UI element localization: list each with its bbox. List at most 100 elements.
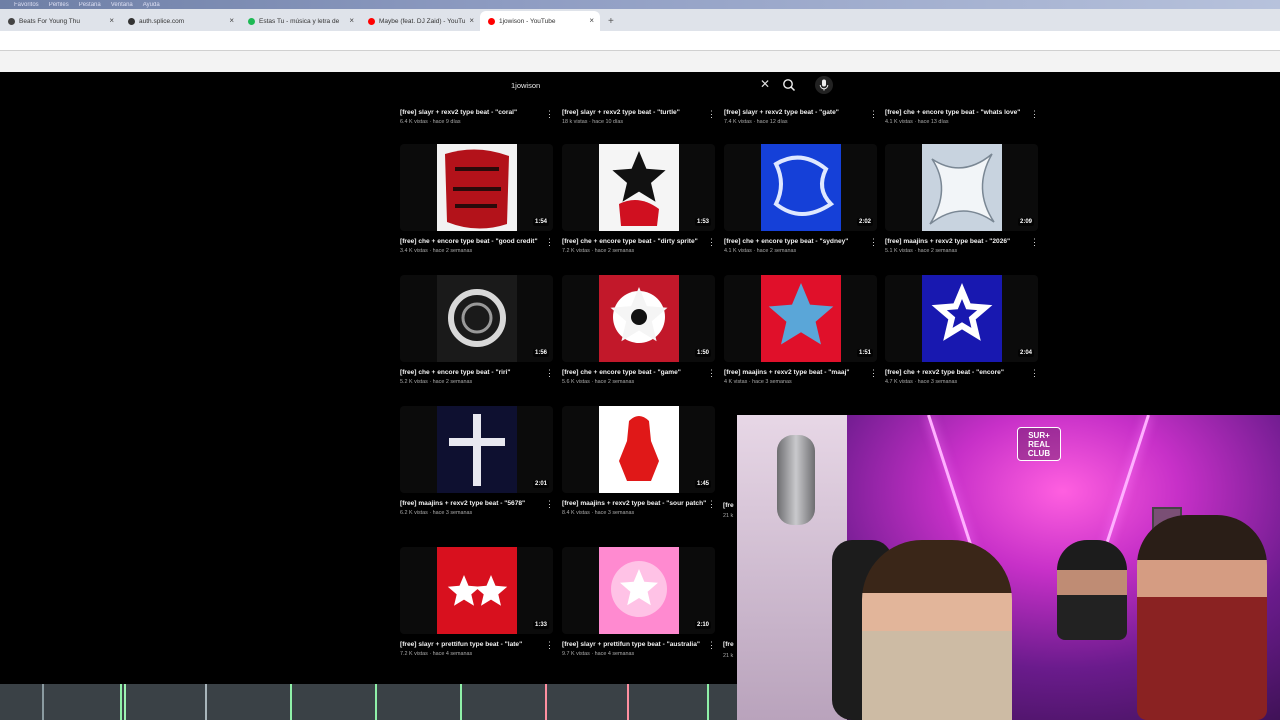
- audio-waveform-bar: [0, 684, 737, 720]
- video-thumbnail[interactable]: 1:56: [400, 275, 553, 362]
- more-options-icon[interactable]: ⋮: [545, 640, 554, 650]
- new-tab-button[interactable]: +: [600, 16, 622, 31]
- more-options-icon[interactable]: ⋮: [545, 368, 554, 378]
- video-card[interactable]: 2:10 [free] slayr + prettifun type beat -…: [562, 547, 716, 658]
- video-card[interactable]: [free] slayr + rexv2 type beat - "turtle…: [562, 103, 716, 126]
- search-box[interactable]: ✕: [505, 76, 833, 94]
- waveform-marker: [545, 684, 547, 720]
- video-thumbnail[interactable]: 2:09: [885, 144, 1038, 231]
- browser-tab[interactable]: Maybe (feat. DJ Zaid) - YouTu ×: [360, 11, 480, 31]
- cover-art: [761, 275, 841, 362]
- cover-art: [437, 406, 517, 493]
- video-title[interactable]: [free] slayr + prettifun type beat - "au…: [562, 640, 715, 650]
- more-options-icon[interactable]: ⋮: [1030, 368, 1039, 378]
- video-card[interactable]: 1:45 [free] maajins + rexv2 type beat - "…: [562, 406, 716, 517]
- more-options-icon[interactable]: ⋮: [869, 237, 878, 247]
- video-title[interactable]: [free] che + encore type beat - "good cr…: [400, 237, 553, 247]
- video-thumbnail[interactable]: 1:54: [400, 144, 553, 231]
- more-options-icon[interactable]: ⋮: [869, 368, 878, 378]
- search-icon[interactable]: [781, 77, 797, 93]
- video-title[interactable]: [free] che + encore type beat - "sydney": [724, 237, 877, 247]
- video-card[interactable]: [free] slayr + rexv2 type beat - "coral"…: [400, 103, 554, 126]
- video-title[interactable]: [free] maajins + rexv2 type beat - "2026…: [885, 237, 1038, 247]
- tab-label: Estas Tu - música y letra de: [259, 17, 340, 25]
- clear-search-icon[interactable]: ✕: [760, 77, 770, 91]
- more-options-icon[interactable]: ⋮: [545, 237, 554, 247]
- video-card[interactable]: 2:04 [free] che + rexv2 type beat - "enco…: [885, 275, 1039, 386]
- video-thumbnail[interactable]: 1:45: [562, 406, 715, 493]
- close-tab-icon[interactable]: ×: [229, 16, 234, 25]
- video-thumbnail[interactable]: 1:51: [724, 275, 877, 362]
- tab-label: auth.splice.com: [139, 17, 185, 25]
- video-title[interactable]: [free] maajins + rexv2 type beat - "5678…: [400, 499, 553, 509]
- video-meta: 4 K vistas · hace 3 semanas: [724, 379, 792, 385]
- menu-item[interactable]: Favoritos: [14, 2, 39, 8]
- cover-art: [599, 406, 679, 493]
- more-options-icon[interactable]: ⋮: [707, 640, 716, 650]
- video-meta: 6.4 K vistas · hace 9 días: [400, 119, 461, 125]
- video-title[interactable]: [free] che + encore type beat - "riri": [400, 368, 553, 378]
- video-title[interactable]: [free] maajins + rexv2 type beat - "maaj…: [724, 368, 877, 378]
- more-options-icon[interactable]: ⋮: [707, 368, 716, 378]
- video-thumbnail[interactable]: 1:53: [562, 144, 715, 231]
- video-meta: 5.1 K vistas · hace 2 semanas: [885, 248, 958, 254]
- more-options-icon[interactable]: ⋮: [1030, 237, 1039, 247]
- more-options-icon[interactable]: ⋮: [545, 499, 554, 509]
- video-card[interactable]: 1:54 [free] che + encore type beat - "goo…: [400, 144, 554, 255]
- more-options-icon[interactable]: ⋮: [1030, 109, 1039, 119]
- video-title[interactable]: [free] che + rexv2 type beat - "encore": [885, 368, 1038, 378]
- duration-badge: 1:51: [856, 349, 873, 357]
- more-options-icon[interactable]: ⋮: [707, 109, 716, 119]
- person-right: [1137, 515, 1267, 720]
- video-card[interactable]: [free] slayr + rexv2 type beat - "gate" 7…: [724, 103, 878, 126]
- close-tab-icon[interactable]: ×: [349, 16, 354, 25]
- video-card[interactable]: 1:56 [free] che + encore type beat - "rir…: [400, 275, 554, 386]
- menu-item[interactable]: Pestaña: [79, 2, 101, 8]
- browser-tab[interactable]: 1jowison - YouTube ×: [480, 11, 600, 31]
- duration-badge: 1:53: [694, 218, 711, 226]
- video-card[interactable]: 1:50 [free] che + encore type beat - "gam…: [562, 275, 716, 386]
- close-tab-icon[interactable]: ×: [469, 16, 474, 25]
- video-title[interactable]: [free] maajins + rexv2 type beat - "sour…: [562, 499, 715, 509]
- video-card[interactable]: 1:53 [free] che + encore type beat - "dir…: [562, 144, 716, 255]
- duration-badge: 2:10: [694, 621, 711, 629]
- video-title[interactable]: [free] slayr + rexv2 type beat - "gate": [724, 108, 877, 118]
- video-thumbnail[interactable]: 2:01: [400, 406, 553, 493]
- video-title[interactable]: [free] slayr + rexv2 type beat - "turtle…: [562, 108, 715, 118]
- close-tab-icon[interactable]: ×: [589, 16, 594, 25]
- menu-item[interactable]: Ayuda: [143, 2, 160, 8]
- favicon-icon: [128, 17, 135, 25]
- video-title[interactable]: [free] slayr + rexv2 type beat - "coral": [400, 108, 553, 118]
- microphone-icon[interactable]: [815, 76, 833, 94]
- menu-item[interactable]: Perfiles: [49, 2, 69, 8]
- video-thumbnail[interactable]: 1:50: [562, 275, 715, 362]
- video-card[interactable]: 1:33 [free] slayr + prettifun type beat -…: [400, 547, 554, 658]
- more-options-icon[interactable]: ⋮: [869, 109, 878, 119]
- video-title[interactable]: [free] slayr + prettifun type beat - "la…: [400, 640, 553, 650]
- more-options-icon[interactable]: ⋮: [707, 499, 716, 509]
- more-options-icon[interactable]: ⋮: [545, 109, 554, 119]
- video-thumbnail[interactable]: 1:33: [400, 547, 553, 634]
- video-card[interactable]: 2:01 [free] maajins + rexv2 type beat - "…: [400, 406, 554, 517]
- video-card[interactable]: 2:02 [free] che + encore type beat - "syd…: [724, 144, 878, 255]
- close-tab-icon[interactable]: ×: [109, 16, 114, 25]
- video-card[interactable]: 2:09 [free] maajins + rexv2 type beat - "…: [885, 144, 1039, 255]
- video-title[interactable]: [free] che + encore type beat - "dirty s…: [562, 237, 715, 247]
- menu-item[interactable]: Ventana: [111, 2, 133, 8]
- video-meta: 8.4 K vistas · hace 3 semanas: [562, 510, 635, 516]
- search-input[interactable]: [505, 76, 775, 94]
- video-card[interactable]: [free] che + encore type beat - "whats l…: [885, 103, 1039, 126]
- video-thumbnail[interactable]: 2:04: [885, 275, 1038, 362]
- address-bar[interactable]: [0, 31, 1280, 51]
- video-title[interactable]: [free] che + encore type beat - "game": [562, 368, 715, 378]
- video-card[interactable]: 1:51 [free] maajins + rexv2 type beat - "…: [724, 275, 878, 386]
- browser-tab[interactable]: Estas Tu - música y letra de ×: [240, 11, 360, 31]
- video-title[interactable]: [free] che + encore type beat - "whats l…: [885, 108, 1038, 118]
- browser-tab[interactable]: auth.splice.com ×: [120, 11, 240, 31]
- video-thumbnail[interactable]: 2:02: [724, 144, 877, 231]
- browser-tab[interactable]: Beats For Young Thu ×: [0, 11, 120, 31]
- video-thumbnail[interactable]: 2:10: [562, 547, 715, 634]
- more-options-icon[interactable]: ⋮: [707, 237, 716, 247]
- waveform-marker: [460, 684, 462, 720]
- video-meta: 4.7 K vistas · hace 3 semanas: [885, 379, 958, 385]
